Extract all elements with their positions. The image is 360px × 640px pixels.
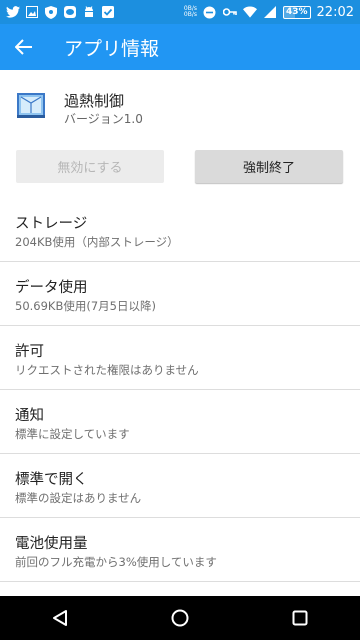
item-title: 許可 xyxy=(15,344,44,360)
twitter-icon xyxy=(6,5,20,19)
do-not-disturb-icon xyxy=(203,5,217,19)
arrow-back-icon xyxy=(15,39,32,55)
permissions-item[interactable]: 許可 リクエストされた権限はありません xyxy=(0,326,360,390)
circle-home-icon xyxy=(171,609,189,627)
item-title: 電池使用量 xyxy=(15,536,88,552)
disable-button[interactable]: 無効にする xyxy=(16,150,164,183)
item-subtitle: 標準の設定はありません xyxy=(15,491,142,505)
data-usage-item[interactable]: データ使用 50.69KB使用(7月5日以降) xyxy=(0,262,360,326)
force-stop-button[interactable]: 強制終了 xyxy=(195,150,343,183)
system-status: 0B/s 0B/s 43% 22:02 xyxy=(184,5,354,20)
notification-icons xyxy=(6,5,115,19)
item-subtitle: 標準に設定しています xyxy=(15,427,130,441)
app-icon xyxy=(15,89,47,121)
line-icon xyxy=(63,5,77,19)
item-title: 標準で開く xyxy=(15,472,88,488)
item-subtitle: リクエストされた権限はありません xyxy=(15,363,199,377)
navigation-bar xyxy=(0,596,360,640)
status-bar: 0B/s 0B/s 43% 22:02 xyxy=(0,0,360,24)
item-subtitle: 前回のフル充電から3%使用しています xyxy=(15,555,217,569)
key-icon xyxy=(222,5,237,19)
app-bar: アプリ情報 xyxy=(0,24,360,70)
notifications-item[interactable]: 通知 標準に設定しています xyxy=(0,390,360,454)
settings-list: ストレージ 204KB使用（内部ストレージ） データ使用 50.69KB使用(7… xyxy=(0,198,360,582)
open-by-default-item[interactable]: 標準で開く 標準の設定はありません xyxy=(0,454,360,518)
nav-back-button[interactable] xyxy=(30,596,90,640)
app-name: 過熱制御 xyxy=(64,92,125,110)
shield-icon xyxy=(44,5,58,19)
triangle-back-icon xyxy=(53,610,67,626)
check-box-icon xyxy=(101,5,115,19)
battery-percent: 43% xyxy=(285,7,308,17)
back-button[interactable] xyxy=(0,24,48,70)
battery-usage-item[interactable]: 電池使用量 前回のフル充電から3%使用しています xyxy=(0,518,360,582)
network-speed: 0B/s 0B/s xyxy=(183,5,197,18)
app-header: 過熱制御 バージョン1.0 xyxy=(0,70,360,144)
item-title: データ使用 xyxy=(15,280,88,296)
nav-recents-button[interactable] xyxy=(270,596,330,640)
battery-indicator: 43% xyxy=(282,5,311,19)
square-recents-icon xyxy=(292,610,308,626)
status-clock: 22:02 xyxy=(316,4,354,20)
item-subtitle: 204KB使用（内部ストレージ） xyxy=(15,235,179,249)
nav-home-button[interactable] xyxy=(150,596,210,640)
android-icon xyxy=(82,5,96,19)
item-title: 通知 xyxy=(15,408,44,424)
image-icon xyxy=(25,5,39,19)
app-version: バージョン1.0 xyxy=(64,112,143,126)
item-subtitle: 50.69KB使用(7月5日以降) xyxy=(15,299,156,313)
page-title: アプリ情報 xyxy=(64,37,160,60)
signal-icon xyxy=(263,5,277,19)
storage-item[interactable]: ストレージ 204KB使用（内部ストレージ） xyxy=(0,198,360,262)
item-title: ストレージ xyxy=(15,216,88,232)
wifi-icon xyxy=(242,5,257,19)
